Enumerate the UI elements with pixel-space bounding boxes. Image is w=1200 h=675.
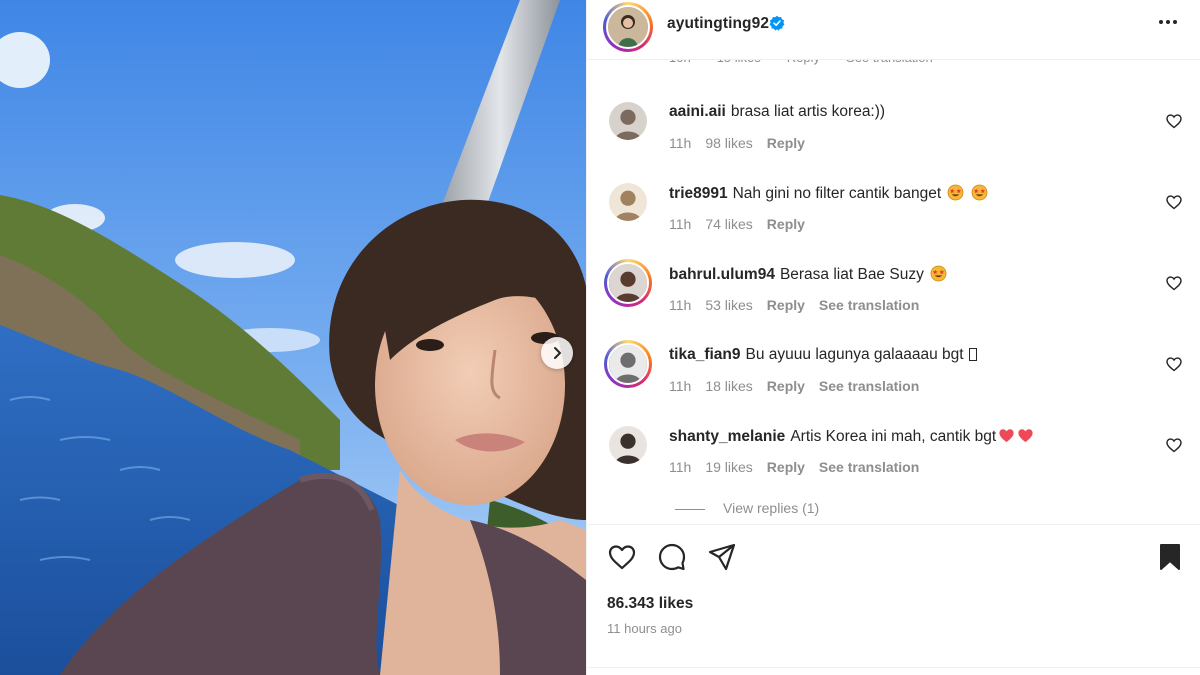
comment-row: shanty_melanie Artis Korea ini mah, canti… — [587, 424, 1200, 494]
comment-likes[interactable]: 98 likes — [705, 135, 752, 151]
comment-heart-icon[interactable] — [1165, 436, 1183, 454]
comment-time: 11h — [669, 216, 692, 232]
comment-meta: 11h 98 likes Reply — [669, 135, 819, 151]
post-image — [0, 0, 586, 675]
comment-body: Artis Korea ini mah, cantik bgt — [790, 428, 997, 445]
author-avatar-image — [608, 7, 648, 47]
comment-row: bahrul.ulum94 Berasa liat Bae Suzy 11h 53 … — [587, 259, 1200, 332]
comment-heart-icon[interactable] — [1165, 193, 1183, 211]
post-header: ayutingting92 — [587, 0, 1200, 60]
carousel-next-button[interactable] — [541, 337, 573, 369]
star-eyes-emoji-icon — [930, 265, 947, 282]
comment-text: tika_fian9 Bu ayuuu lagunya galaaaau bgt — [669, 346, 977, 364]
post-actions-bar: 86.343 likes 11 hours ago — [587, 524, 1200, 675]
commenter-avatar[interactable] — [607, 424, 649, 466]
reply-button[interactable]: Reply — [767, 135, 805, 151]
see-translation-button[interactable]: See translation — [819, 297, 919, 313]
comment-time: 11h — [669, 459, 692, 475]
comment-username[interactable]: aaini.aii — [669, 103, 726, 120]
commenter-avatar-image — [609, 102, 647, 140]
view-replies-label: View replies (1) — [723, 500, 820, 516]
view-replies-button[interactable]: View replies (1) — [675, 500, 819, 516]
post-timestamp[interactable]: 11 hours ago — [607, 621, 682, 636]
commenter-avatar[interactable] — [604, 340, 652, 388]
comment-likes[interactable]: 53 likes — [705, 297, 752, 313]
comment-meta: 11h 53 likes Reply See translation — [669, 297, 933, 313]
commenter-avatar[interactable] — [604, 259, 652, 307]
commenter-avatar[interactable] — [607, 181, 649, 223]
star-eyes-emoji-icon — [948, 184, 964, 201]
commenter-avatar-image — [609, 183, 647, 221]
verified-badge-icon — [769, 15, 785, 31]
comment-username[interactable]: bahrul.ulum94 — [669, 266, 775, 283]
comment-row: tika_fian9 Bu ayuuu lagunya galaaaau bgt 1… — [587, 340, 1200, 413]
commenter-avatar-image — [609, 264, 647, 302]
comment-body: brasa liat artis korea:)) — [730, 103, 886, 120]
see-translation-button[interactable]: See translation — [819, 459, 919, 475]
comment-text: aaini.aii brasa liat artis korea:)) — [669, 103, 885, 121]
reply-button[interactable]: Reply — [767, 216, 805, 232]
comment-username[interactable]: tika_fian9 — [669, 346, 741, 363]
comment-body: Bu ayuuu lagunya galaaaau bgt — [745, 346, 964, 363]
comment-likes[interactable]: 74 likes — [705, 216, 752, 232]
star-eyes-emoji-icon — [971, 184, 988, 201]
post-photo[interactable] — [0, 0, 586, 675]
divider — [587, 667, 1200, 668]
reply-button[interactable]: Reply — [767, 297, 805, 313]
more-horizontal-icon[interactable] — [1153, 10, 1183, 34]
comment-time: 11h — [669, 297, 692, 313]
comment-likes[interactable]: 18 likes — [705, 378, 752, 394]
red-heart-emoji-icon — [1018, 429, 1033, 443]
comment-heart-icon[interactable] — [1165, 355, 1183, 373]
reply-button[interactable]: Reply — [767, 378, 805, 394]
comment-meta: 11h 19 likes Reply See translation — [669, 459, 933, 475]
see-translation-button[interactable]: See translation — [819, 378, 919, 394]
commenter-avatar-image — [609, 345, 647, 383]
comment-username[interactable]: shanty_melanie — [669, 428, 785, 445]
red-heart-emoji-icon — [999, 429, 1014, 443]
likes-count[interactable]: 86.343 likes — [607, 595, 693, 613]
comment-time: 11h — [669, 135, 692, 151]
commenter-avatar[interactable] — [607, 100, 649, 142]
comment-meta: 11h 18 likes Reply See translation — [669, 378, 933, 394]
unsupported-glyph-box — [968, 348, 977, 361]
comment-body: Berasa liat Bae Suzy — [779, 266, 924, 283]
comment-heart-icon[interactable] — [1165, 274, 1183, 292]
share-icon[interactable] — [707, 542, 737, 572]
post-side-panel: ayutingting92 10h15 likesReplySee transl… — [586, 0, 1200, 675]
comment-text: trie8991 Nah gini no filter cantik banget — [669, 184, 988, 203]
comment-meta: 11h 74 likes Reply — [669, 216, 819, 232]
reply-button[interactable]: Reply — [767, 459, 805, 475]
comment-text: bahrul.ulum94 Berasa liat Bae Suzy — [669, 265, 947, 284]
comment-row: aaini.aii brasa liat artis korea:)) 11h 98 … — [587, 100, 1200, 170]
comment-icon[interactable] — [657, 542, 687, 572]
comment-heart-icon[interactable] — [1165, 112, 1183, 130]
replies-line — [675, 508, 705, 510]
comment-likes[interactable]: 19 likes — [705, 459, 752, 475]
comment-body: Nah gini no filter cantik banget — [732, 185, 942, 202]
commenter-avatar-image — [609, 426, 647, 464]
bookmark-icon[interactable] — [1155, 542, 1185, 572]
author-avatar[interactable] — [603, 2, 653, 52]
heart-icon[interactable] — [607, 542, 637, 572]
chevron-right-icon — [554, 347, 561, 359]
comment-username[interactable]: trie8991 — [669, 185, 728, 202]
comment-time: 11h — [669, 378, 692, 394]
comment-text: shanty_melanie Artis Korea ini mah, canti… — [669, 427, 1034, 446]
comment-row: trie8991 Nah gini no filter cantik banget… — [587, 181, 1200, 251]
author-username[interactable]: ayutingting92 — [667, 15, 769, 33]
